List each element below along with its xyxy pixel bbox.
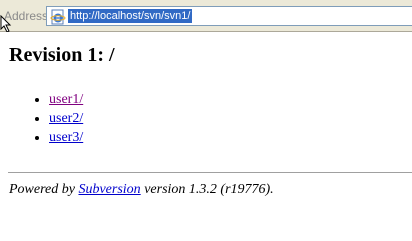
- page-content: Revision 1: / user1/ user2/ user3/ Power…: [0, 32, 412, 241]
- subversion-link[interactable]: Subversion: [78, 182, 140, 197]
- footer-prefix: Powered by: [9, 182, 79, 197]
- directory-link-user2[interactable]: user2/: [49, 111, 83, 126]
- address-field[interactable]: http://localhost/svn/svn1/: [46, 6, 412, 26]
- ie-page-icon: [50, 9, 66, 25]
- footer: Powered by Subversion version 1.3.2 (r19…: [9, 182, 274, 198]
- directory-list: user1/ user2/ user3/: [0, 90, 83, 147]
- page-title: Revision 1: /: [9, 44, 115, 66]
- address-bar: Address http://localhost/svn/svn1/: [0, 0, 412, 33]
- list-item: user1/: [49, 90, 83, 109]
- directory-link-user3[interactable]: user3/: [49, 130, 83, 145]
- list-item: user2/: [49, 109, 83, 128]
- address-url-text[interactable]: http://localhost/svn/svn1/: [68, 9, 193, 23]
- directory-link-user1[interactable]: user1/: [49, 92, 83, 107]
- mouse-cursor-icon: [0, 15, 12, 33]
- horizontal-rule: [8, 172, 412, 174]
- list-item: user3/: [49, 128, 83, 147]
- footer-version: version 1.3.2 (r19776).: [140, 182, 274, 197]
